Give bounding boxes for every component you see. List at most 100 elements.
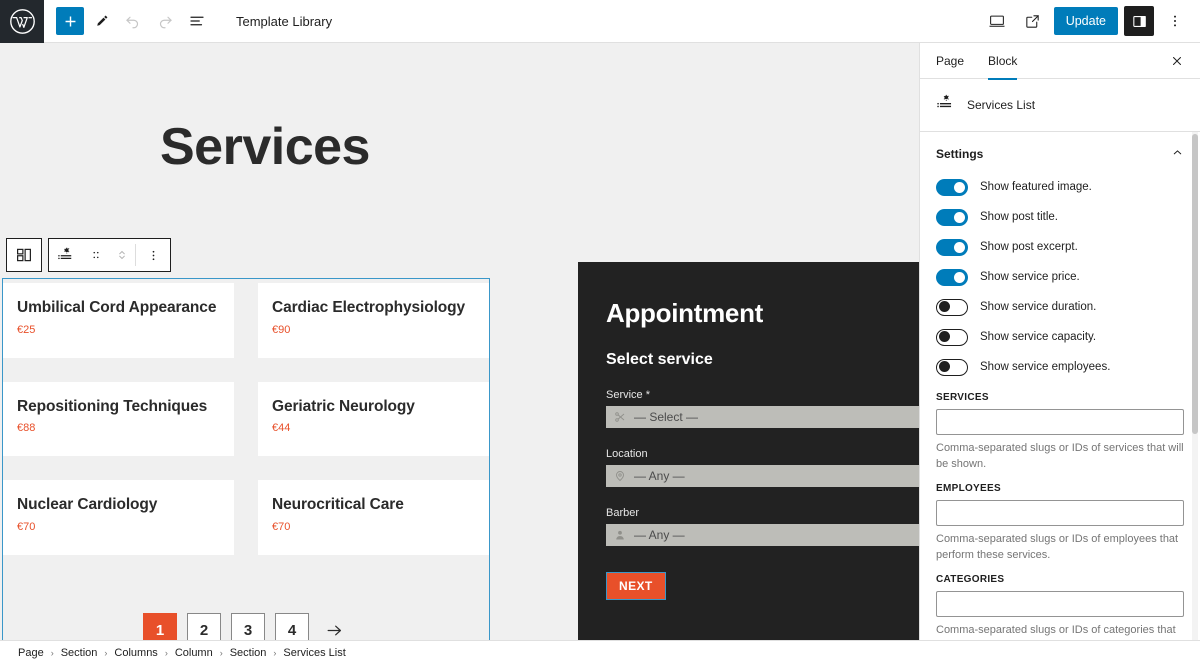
service-price: €44: [272, 422, 291, 435]
location-select[interactable]: — Any —: [606, 465, 919, 487]
toggle-switch[interactable]: [936, 238, 968, 256]
columns-block-icon[interactable]: [7, 239, 41, 271]
pagination-page-1[interactable]: 1: [143, 613, 177, 640]
service-title: Neurocritical Care: [272, 496, 404, 514]
service-card[interactable]: Umbilical Cord Appearance €25: [3, 283, 234, 358]
toggle-show-post-title[interactable]: Show post title.: [936, 202, 1184, 232]
block-more-options-icon[interactable]: [136, 239, 170, 271]
update-button[interactable]: Update: [1053, 7, 1118, 35]
service-field-label: Service: [606, 389, 643, 401]
breadcrumb-item-section-2[interactable]: Section: [230, 647, 267, 659]
services-list-block[interactable]: Umbilical Cord Appearance €25 Cardiac El…: [2, 278, 490, 640]
services-grid: Umbilical Cord Appearance €25 Cardiac El…: [3, 279, 489, 555]
drag-handle-icon[interactable]: [83, 239, 109, 271]
service-select-value: — Select —: [634, 410, 699, 424]
toggle-knob: [939, 331, 950, 342]
map-pin-icon: [614, 470, 626, 482]
categories-field-label: CATEGORIES: [936, 573, 1005, 585]
view-external-link-icon[interactable]: [1018, 6, 1048, 36]
service-card[interactable]: Geriatric Neurology €44: [258, 381, 489, 457]
services-input[interactable]: [936, 409, 1184, 435]
toggle-show-service-employees[interactable]: Show service employees.: [936, 352, 1184, 382]
close-icon[interactable]: [1162, 46, 1192, 76]
toggle-knob: [954, 181, 965, 193]
service-price: €90: [272, 323, 291, 336]
service-card[interactable]: Cardiac Electrophysiology €90: [258, 283, 489, 358]
breadcrumb-separator: ›: [164, 647, 168, 658]
scrollbar-thumb[interactable]: [1192, 134, 1198, 434]
breadcrumb-separator: ›: [219, 647, 223, 658]
move-up-down-icon[interactable]: [109, 239, 135, 271]
toggle-switch[interactable]: [936, 328, 968, 346]
barber-field-label-row: Barber: [606, 507, 919, 519]
location-field-label: Location: [606, 448, 648, 460]
pagination-page-2[interactable]: 2: [187, 613, 221, 640]
service-price: €25: [17, 323, 36, 336]
breadcrumb-item-services-list[interactable]: Services List: [283, 647, 345, 659]
preview-desktop-icon[interactable]: [982, 6, 1012, 36]
settings-sidebar-toggle[interactable]: [1124, 6, 1154, 36]
appointment-panel: Appointment Select service Service * — S…: [578, 262, 919, 640]
editor-toolbar: Template Library Update: [0, 0, 1200, 43]
toggle-knob: [939, 301, 950, 312]
breadcrumb-item-page[interactable]: Page: [18, 647, 44, 659]
required-mark: *: [645, 389, 650, 401]
pagination-page-3[interactable]: 3: [231, 613, 265, 640]
sidebar-scroll-area: Settings Show featured image. Show post …: [920, 132, 1200, 640]
service-field-label-row: Service *: [606, 389, 919, 401]
toggle-show-post-excerpt[interactable]: Show post excerpt.: [936, 232, 1184, 262]
toggle-label: Show service duration.: [980, 301, 1097, 313]
more-options-icon[interactable]: [1160, 6, 1190, 36]
service-field: Service * — Select —: [606, 389, 919, 428]
wordpress-logo-icon[interactable]: [0, 0, 44, 43]
service-card[interactable]: Nuclear Cardiology €70: [3, 480, 234, 555]
service-title: Umbilical Cord Appearance: [17, 299, 217, 316]
tab-block[interactable]: Block: [976, 43, 1029, 80]
service-title: Repositioning Techniques: [17, 397, 208, 415]
toggle-show-service-price[interactable]: Show service price.: [936, 262, 1184, 292]
location-field-label-row: Location: [606, 448, 919, 460]
service-price: €70: [272, 520, 291, 533]
toggle-show-service-capacity[interactable]: Show service capacity.: [936, 322, 1184, 352]
service-select[interactable]: — Select —: [606, 406, 919, 428]
service-card[interactable]: Neurocritical Care €70: [258, 480, 489, 555]
toggle-show-service-duration[interactable]: Show service duration.: [936, 292, 1184, 322]
toggle-switch[interactable]: [936, 298, 968, 316]
employees-input[interactable]: [936, 499, 1184, 526]
pagination: 1 2 3 4: [3, 613, 489, 640]
add-block-button[interactable]: [56, 7, 84, 35]
block-toolbar: [6, 238, 171, 272]
next-button[interactable]: NEXT: [606, 572, 666, 600]
toggle-switch[interactable]: [936, 268, 968, 286]
toggle-switch[interactable]: [936, 358, 968, 376]
toggle-switch[interactable]: [936, 208, 968, 226]
redo-button[interactable]: [150, 6, 180, 36]
tab-page[interactable]: Page: [924, 43, 976, 79]
undo-button[interactable]: [118, 6, 148, 36]
edit-mode-button[interactable]: [86, 6, 116, 36]
breadcrumb-item-section[interactable]: Section: [61, 647, 98, 659]
breadcrumb-separator: ›: [273, 647, 277, 658]
toggle-label: Show service capacity.: [980, 331, 1097, 343]
pagination-page-4[interactable]: 4: [275, 613, 309, 640]
services-list-block-icon[interactable]: [49, 239, 83, 271]
editor-body: Services Umbilical Cord Appearance €25 C…: [0, 43, 1200, 640]
service-card[interactable]: Repositioning Techniques €88: [3, 381, 234, 457]
toolbar-left-group: Template Library: [44, 0, 332, 42]
barber-select[interactable]: — Any —: [606, 524, 919, 546]
service-title: Nuclear Cardiology: [17, 496, 158, 514]
scissors-icon: [614, 411, 626, 423]
service-title: Geriatric Neurology: [272, 397, 415, 415]
barber-field-label: Barber: [606, 507, 640, 519]
toggle-show-featured-image[interactable]: Show featured image.: [936, 172, 1184, 202]
categories-input[interactable]: [936, 590, 1184, 617]
chevron-up-icon: [1171, 146, 1184, 162]
toggle-switch[interactable]: [936, 178, 968, 196]
breadcrumb-item-column[interactable]: Column: [175, 647, 213, 659]
toggle-label: Show featured image.: [980, 181, 1092, 193]
breadcrumb-item-columns[interactable]: Columns: [114, 647, 157, 659]
list-view-button[interactable]: [182, 6, 212, 36]
arrow-right-icon[interactable]: [319, 615, 349, 640]
settings-section-header[interactable]: Settings: [920, 132, 1200, 172]
